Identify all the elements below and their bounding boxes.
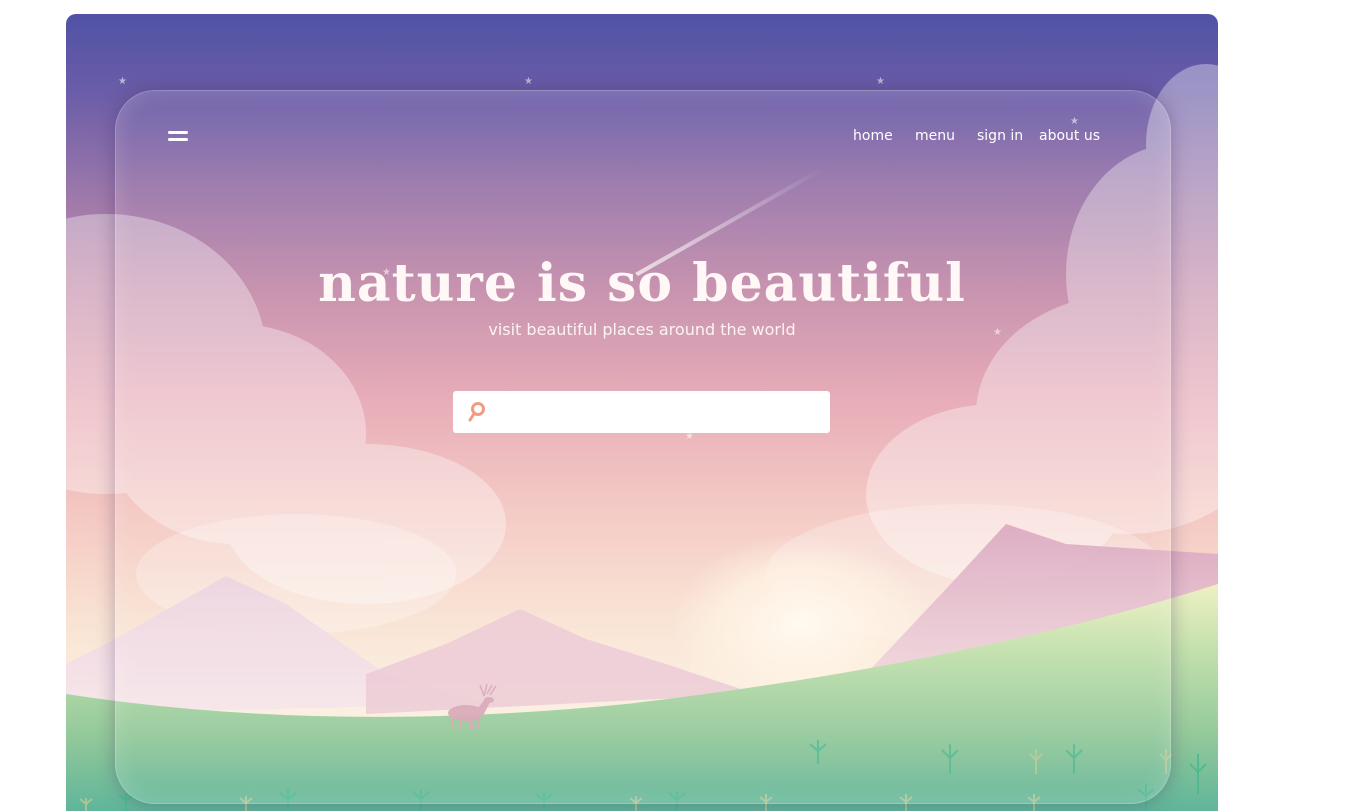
search-input[interactable]	[493, 397, 822, 429]
svg-text:★: ★	[524, 76, 533, 87]
search-box	[453, 391, 830, 433]
nav-sign-in-link[interactable]: sign in	[977, 128, 1023, 144]
nav-menu-link[interactable]: menu	[915, 128, 955, 144]
top-nav: home menu sign in about us	[0, 128, 1351, 148]
nav-home-link[interactable]: home	[853, 128, 893, 144]
hero-title: nature is so beautiful	[318, 253, 966, 314]
hero-subtitle: visit beautiful places around the world	[488, 320, 796, 339]
svg-text:★: ★	[876, 76, 885, 87]
glass-card	[115, 90, 1171, 804]
svg-text:★: ★	[118, 76, 127, 87]
nav-about-us-link[interactable]: about us	[1039, 128, 1100, 144]
search-icon[interactable]	[467, 401, 487, 423]
